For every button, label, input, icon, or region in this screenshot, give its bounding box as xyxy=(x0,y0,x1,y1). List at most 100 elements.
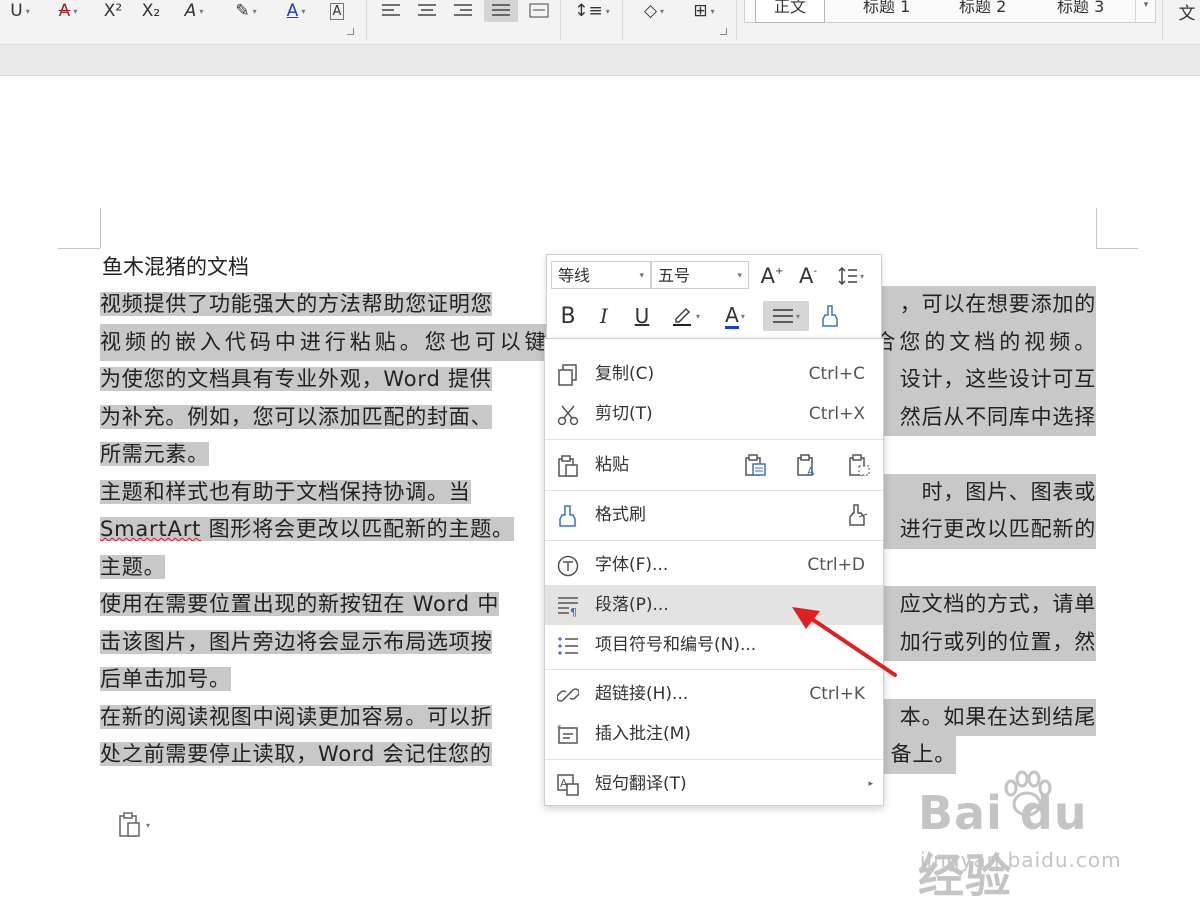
menu-separator xyxy=(545,759,883,760)
style-heading-3[interactable]: 标题 3 xyxy=(1057,0,1104,22)
font-size-select[interactable]: 五号 ▾ xyxy=(651,261,749,289)
style-gallery-more[interactable]: ▾ xyxy=(1135,0,1156,22)
shading-button[interactable]: ◇ ▾ xyxy=(632,0,676,22)
italic-button[interactable]: I xyxy=(589,301,619,331)
translate-icon: A xyxy=(557,774,579,796)
text-effect-button[interactable]: A ▾ xyxy=(172,0,216,22)
alignment-button[interactable]: ▾ xyxy=(763,301,809,331)
paste-text-only-icon[interactable] xyxy=(847,453,873,479)
format-painter-icon xyxy=(822,305,838,327)
menu-item-paste[interactable]: 粘贴 A xyxy=(545,445,883,485)
svg-text:A: A xyxy=(807,465,815,478)
spellcheck-word[interactable]: SmartArt xyxy=(100,517,202,541)
line-spacing-icon xyxy=(838,266,857,286)
char-border-button[interactable]: A xyxy=(322,0,352,22)
hyperlink-icon xyxy=(557,688,579,702)
watermark-brand: Bai du 经验 xyxy=(918,786,1088,903)
align-right-icon xyxy=(454,4,472,16)
selected-text-fragment: 应文档的方式，请单 xyxy=(880,586,1096,624)
subscript-button[interactable]: X₂ xyxy=(136,0,166,22)
style-normal[interactable]: 正文 xyxy=(755,0,826,23)
borders-icon: ⊞ xyxy=(693,1,708,21)
arrow-shaft xyxy=(804,613,897,677)
shrink-font-button[interactable]: A- xyxy=(793,261,823,291)
menu-separator xyxy=(545,439,883,440)
align-center-icon xyxy=(418,4,436,16)
highlight-color-button[interactable]: ▾ xyxy=(663,301,707,331)
distributed-button[interactable] xyxy=(524,0,554,22)
align-left-button[interactable] xyxy=(376,0,406,22)
arrow-head xyxy=(792,607,820,629)
bullet-list-icon xyxy=(558,637,578,655)
superscript-button[interactable]: X² xyxy=(98,0,128,22)
ribbon-toolbar: U ▾ A ▾ X² X₂ A ▾ ✎ ▾ A ▾ A ↕≡ ▾ ◇ ▾ ⊞ ▾ 正文 标题 1… xyxy=(0,0,1200,45)
menu-item-font[interactable]: 字体(F)... Ctrl+D xyxy=(545,545,883,585)
paste-merge-format-icon[interactable]: A xyxy=(795,453,821,479)
font-color-button[interactable]: A ▾ xyxy=(274,0,318,22)
clipboard-icon xyxy=(119,812,140,837)
justify-icon xyxy=(772,309,793,323)
ribbon-divider xyxy=(1162,0,1163,40)
paint-bucket-icon: ◇ xyxy=(643,1,658,21)
highlighter-icon: ✎ xyxy=(235,1,250,21)
grow-font-button[interactable]: A + xyxy=(757,261,787,291)
strikethrough-button[interactable]: A ▾ xyxy=(48,0,88,22)
ribbon-divider xyxy=(622,0,623,40)
font-color-button[interactable]: A ▾ xyxy=(713,301,757,331)
paste-options-button[interactable]: ▾ xyxy=(118,812,158,838)
style-heading-2[interactable]: 标题 2 xyxy=(959,0,1006,22)
line-spacing-button[interactable]: ↕≡ ▾ xyxy=(570,0,614,22)
page-corner-mark xyxy=(100,208,101,248)
baidu-jingyan-watermark: Bai du 经验 jingyan.baidu.com xyxy=(918,770,1148,903)
align-center-button[interactable] xyxy=(412,0,442,22)
style-heading-1[interactable]: 标题 1 xyxy=(863,0,910,22)
format-painter-button[interactable] xyxy=(815,301,845,331)
style-gallery: 正文 标题 1 标题 2 标题 3 ▾ xyxy=(744,0,1156,23)
ruler-area xyxy=(0,45,1200,76)
font-dialog-launcher[interactable] xyxy=(347,28,354,35)
underline-button[interactable]: U ▾ xyxy=(0,0,40,22)
red-arrow-annotation xyxy=(792,607,897,677)
line-spacing-icon: ↕≡ xyxy=(574,1,603,21)
highlight-button[interactable]: ✎ ▾ xyxy=(224,0,268,22)
highlighter-icon xyxy=(672,307,691,326)
align-left-icon xyxy=(382,4,400,16)
document-title[interactable]: 鱼木混猪的文档 xyxy=(102,253,249,281)
justify-button[interactable] xyxy=(484,0,518,22)
text-tool-button[interactable]: 文 xyxy=(1174,0,1200,24)
selected-text-fragment: 时，图片、图表或 xyxy=(880,473,1096,511)
paste-keep-format-icon[interactable] xyxy=(743,453,769,479)
align-right-button[interactable] xyxy=(448,0,478,22)
selected-text-fragment: 然后从不同库中选择 xyxy=(880,398,1096,436)
menu-item-cut[interactable]: 剪切(T) Ctrl+X xyxy=(545,394,883,434)
menu-item-copy[interactable]: 复制(C) Ctrl+C xyxy=(545,354,883,394)
comment-icon: * xyxy=(557,724,578,744)
menu-item-format-painter[interactable]: 格式刷 xyxy=(545,495,883,535)
selected-text-fragment: ，可以在想要添加的 xyxy=(880,286,1096,324)
ribbon-divider xyxy=(736,0,737,40)
line-spacing-button[interactable]: ▾ xyxy=(829,261,873,291)
paragraph-icon: ¶ xyxy=(558,597,578,617)
format-painter-icon xyxy=(559,505,576,527)
page-corner-mark xyxy=(58,248,100,249)
menu-item-translate[interactable]: A 短句翻译(T) ▸ xyxy=(545,764,883,804)
selected-text-fragment: 进行更改以匹配新的 xyxy=(880,511,1096,549)
underline-button[interactable]: U xyxy=(627,301,657,331)
selected-text-fragment: 加行或列的位置，然 xyxy=(880,623,1096,661)
paste-icon xyxy=(558,455,578,477)
selected-text-fragment: 设计，这些设计可互 xyxy=(880,361,1096,399)
page-corner-mark xyxy=(1096,248,1138,249)
font-name-select[interactable]: 等线 ▾ xyxy=(551,261,651,289)
ribbon-divider xyxy=(560,0,561,40)
menu-item-insert-comment[interactable]: * 插入批注(M) xyxy=(545,714,883,754)
scissors-icon xyxy=(557,405,579,426)
menu-separator xyxy=(545,490,883,491)
watermark-url: jingyan.baidu.com xyxy=(920,848,1122,872)
borders-button[interactable]: ⊞ ▾ xyxy=(682,0,726,22)
ribbon-divider xyxy=(366,0,367,40)
svg-text:¶: ¶ xyxy=(570,606,577,617)
paragraph-dialog-launcher[interactable] xyxy=(720,28,727,35)
floating-format-toolbar: 等线 ▾ 五号 ▾ A + A- ▾ B I U ▾ A ▾ ▾ xyxy=(546,254,882,340)
bold-button[interactable]: B xyxy=(553,301,583,331)
font-icon xyxy=(557,555,579,577)
